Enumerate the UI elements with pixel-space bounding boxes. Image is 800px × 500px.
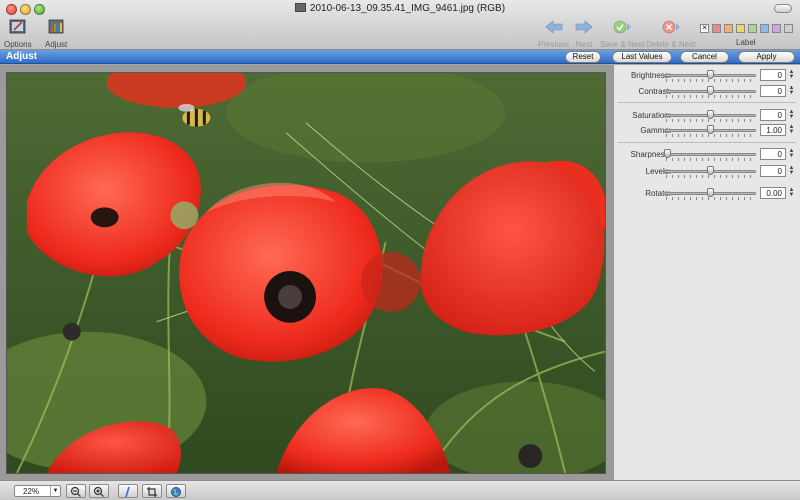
rotate-field[interactable]: 0.00 <box>760 187 786 199</box>
label-color-swatch[interactable] <box>748 24 757 33</box>
gamma-row: Gamma: 1.00 ▲ ▼ <box>614 124 800 138</box>
next-button[interactable]: Next <box>574 18 594 49</box>
brightness-stepper[interactable]: ▲ ▼ <box>788 69 795 81</box>
document-icon <box>294 3 306 12</box>
sharpness-thumb[interactable] <box>664 149 671 158</box>
brightness-field[interactable]: 0 <box>760 69 786 81</box>
image-viewer[interactable] <box>0 65 613 480</box>
label-color-swatch[interactable] <box>772 24 781 33</box>
rotate-ticks <box>666 197 754 200</box>
globe-icon <box>171 487 181 497</box>
delete-next-label: Delete & Next <box>646 40 696 49</box>
zoom-out-icon <box>70 486 81 497</box>
window-title-text: 2010-06-13_09.35.41_IMG_9461.jpg (RGB) <box>309 3 506 14</box>
gamma-ticks <box>666 134 754 137</box>
saturation-thumb[interactable] <box>706 110 714 119</box>
rotate-thumb[interactable] <box>706 188 714 197</box>
levels-thumb[interactable] <box>706 166 714 175</box>
previous-button[interactable]: Previous <box>538 18 569 49</box>
options-label: Options <box>4 40 32 49</box>
contrast-row: Contrast: 0 ▲ ▼ <box>614 85 800 99</box>
contrast-stepper[interactable]: ▲ ▼ <box>788 85 795 97</box>
levels-row: Levels: 0 ▲ ▼ <box>614 165 800 179</box>
delete-next-button[interactable]: Delete & Next <box>646 18 695 49</box>
delete-next-icon <box>662 20 680 34</box>
crop-button[interactable] <box>142 484 162 498</box>
next-label: Next <box>575 40 593 49</box>
divider <box>618 102 796 103</box>
sharpness-ticks <box>666 158 754 161</box>
arrow-left-icon <box>545 20 562 34</box>
gamma-thumb[interactable] <box>706 125 714 134</box>
contrast-ticks <box>666 95 754 98</box>
bottom-toolbar: 22% ▼ <box>0 480 800 500</box>
levels-stepper[interactable]: ▲ ▼ <box>788 165 795 177</box>
label-color-swatch[interactable] <box>784 24 793 33</box>
save-next-button[interactable]: Save & Next <box>600 18 644 49</box>
brightness-ticks <box>666 79 754 82</box>
adjust-label: Adjust <box>45 40 68 49</box>
rotate-row: Rotate: 0.00 ▲ ▼ <box>614 187 800 201</box>
zoom-out-button[interactable] <box>66 484 86 498</box>
label-color-swatch[interactable] <box>760 24 769 33</box>
info-button[interactable] <box>118 484 138 498</box>
saturation-row: Saturation: 0 ▲ ▼ <box>614 109 800 123</box>
label-color-swatch[interactable] <box>724 24 733 33</box>
options-button[interactable]: Options <box>4 18 32 49</box>
photo-canvas[interactable] <box>6 72 606 474</box>
globe-button[interactable] <box>166 484 186 498</box>
label-color-swatch[interactable] <box>712 24 721 33</box>
saturation-field[interactable]: 0 <box>760 109 786 121</box>
levels-ticks <box>666 175 754 178</box>
save-next-icon <box>613 20 632 34</box>
window-toolbar: 2010-06-13_09.35.41_IMG_9461.jpg (RGB) O… <box>0 0 800 50</box>
brightness-row: Brightness: 0 ▲ ▼ <box>614 69 800 83</box>
contrast-thumb[interactable] <box>706 86 714 95</box>
sharpness-field[interactable]: 0 <box>760 148 786 160</box>
cancel-button[interactable]: Cancel <box>680 51 729 63</box>
label-caption: Label <box>736 38 756 47</box>
apply-button[interactable]: Apply <box>738 51 795 63</box>
reset-button[interactable]: Reset <box>565 51 601 63</box>
adjust-button[interactable]: Adjust <box>45 18 67 49</box>
sharpness-slider[interactable] <box>664 153 756 156</box>
info-icon <box>125 486 130 498</box>
label-text: Label <box>736 38 756 47</box>
adjust-header: Adjust Reset Last Values Cancel Apply <box>0 50 800 64</box>
gamma-stepper[interactable]: ▲ ▼ <box>788 124 795 136</box>
brightness-thumb[interactable] <box>706 70 714 79</box>
rotate-stepper[interactable]: ▲ ▼ <box>788 187 795 199</box>
adjust-panel: Brightness: 0 ▲ ▼ Contrast: 0 ▲ ▼ Saturati… <box>613 65 800 480</box>
levels-field[interactable]: 0 <box>760 165 786 177</box>
arrow-right-icon <box>575 20 593 34</box>
label-color-swatch[interactable] <box>736 24 745 33</box>
zoom-in-button[interactable] <box>89 484 109 498</box>
gamma-field[interactable]: 1.00 <box>760 124 786 136</box>
zoom-value: 22% <box>23 487 40 496</box>
saturation-stepper[interactable]: ▲ ▼ <box>788 109 795 121</box>
previous-label: Previous <box>538 40 570 49</box>
contrast-field[interactable]: 0 <box>760 85 786 97</box>
zoom-in-icon <box>93 486 104 497</box>
sharpness-stepper[interactable]: ▲ ▼ <box>788 148 795 160</box>
sharpness-row: Sharpness: 0 ▲ ▼ <box>614 148 800 162</box>
save-next-label: Save & Next <box>600 40 645 49</box>
adjust-title: Adjust <box>6 51 38 62</box>
window-title: 2010-06-13_09.35.41_IMG_9461.jpg (RGB) <box>0 3 800 14</box>
last-values-button[interactable]: Last Values <box>612 51 672 63</box>
crop-icon <box>147 487 157 497</box>
adjust-icon <box>48 19 64 34</box>
label-none-swatch[interactable]: ✕ <box>700 24 709 33</box>
options-icon <box>9 19 26 34</box>
zoom-select[interactable]: 22% ▼ <box>14 485 61 497</box>
chevron-down-icon: ▼ <box>50 486 60 496</box>
saturation-ticks <box>666 119 754 122</box>
divider <box>618 142 796 143</box>
